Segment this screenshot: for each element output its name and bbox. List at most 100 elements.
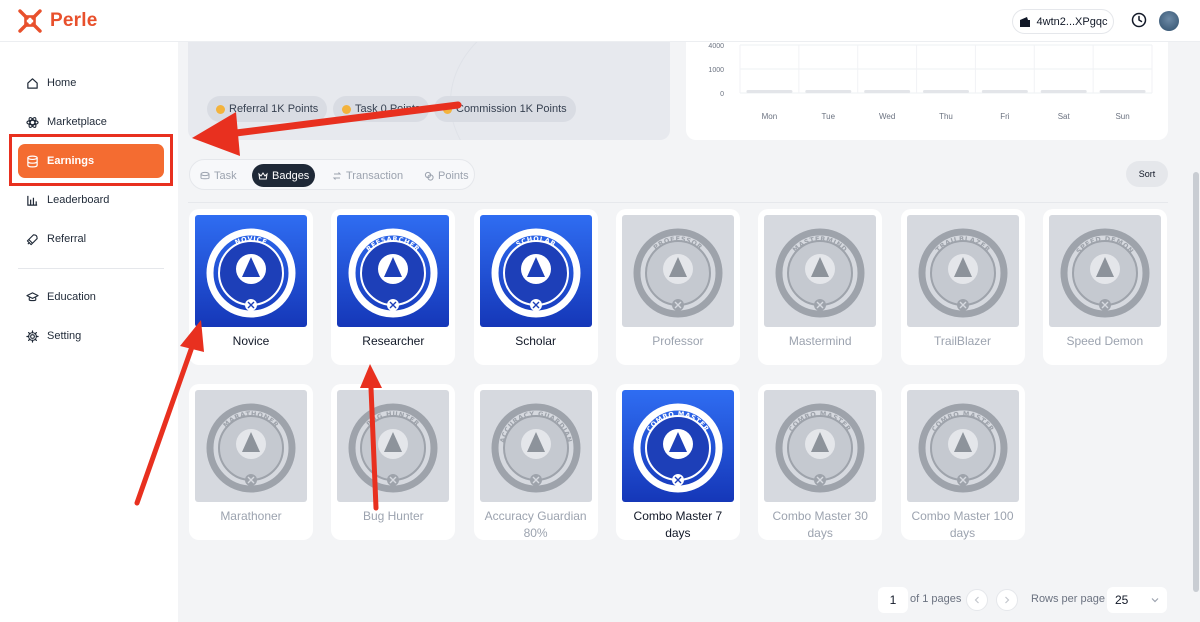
- chevron-down-icon: [1151, 598, 1159, 603]
- perle-logo-icon: [18, 9, 42, 33]
- sidebar-item-referral[interactable]: Referral: [18, 222, 164, 256]
- pill-label: Commission 1K Points: [456, 103, 567, 115]
- badge-medal-icon: NOVICE: [195, 215, 307, 327]
- badge-card[interactable]: SCHOLAR Scholar: [473, 209, 598, 365]
- sidebar-item-setting[interactable]: Setting: [18, 319, 164, 353]
- badge-card[interactable]: BUG HUNTER Bug Hunter: [331, 384, 456, 540]
- wallet-address: 4wtn2...XPgqc: [1036, 15, 1108, 28]
- sidebar-item-education[interactable]: Education: [18, 280, 164, 314]
- chart-bar[interactable]: [1040, 90, 1087, 93]
- prev-page-button[interactable]: [966, 589, 988, 611]
- sidebar-item-label: Setting: [47, 330, 82, 342]
- brand-logo[interactable]: Perle: [18, 9, 97, 33]
- sidebar-item-label: Education: [47, 291, 96, 303]
- coins-icon: [424, 171, 434, 181]
- wallet-icon: [1019, 16, 1030, 27]
- chart-bar[interactable]: [746, 90, 793, 93]
- y-tick-label: 4000: [708, 43, 724, 50]
- badge-medal-icon: BUG HUNTER: [337, 390, 450, 502]
- swap-icon: [332, 171, 342, 180]
- coin-stack-icon: [200, 171, 210, 179]
- user-avatar[interactable]: [1159, 11, 1179, 31]
- coin-icon: [342, 104, 351, 114]
- decorative-wave: [450, 42, 670, 140]
- badge-name: Bug Hunter: [362, 509, 424, 523]
- y-tick-label: 1000: [708, 67, 724, 74]
- page-number-input[interactable]: 1: [878, 587, 908, 613]
- tab-badges[interactable]: Badges: [252, 164, 316, 187]
- points-summary-panel: Referral 1K Points Task 0 Points Commiss…: [188, 42, 670, 140]
- tab-transaction[interactable]: Transaction: [326, 164, 409, 187]
- sidebar: Home Marketplace Earnings Leaderboard Re…: [0, 42, 178, 622]
- badge-image: MASTERMIND: [764, 215, 877, 327]
- badge-medal-icon: PROFESSOR: [621, 215, 734, 327]
- weekly-points-chart: 4000 1000 0 Mon Tue Wed Thu Fri Sat Sun: [686, 42, 1168, 140]
- badge-name: Combo Master 100 days: [911, 509, 1014, 540]
- sidebar-item-label: Home: [47, 77, 77, 89]
- badge-medal-icon: SPEED DEMON: [1048, 215, 1161, 327]
- crown-icon: [258, 171, 268, 179]
- badge-card[interactable]: ACCURACY GUARDIAN Accuracy Guardian 80%: [473, 384, 598, 540]
- chart-bar[interactable]: [981, 90, 1028, 93]
- badge-card[interactable]: TRAILBLAZER TrailBlazer: [900, 209, 1025, 365]
- sidebar-divider: [18, 268, 164, 269]
- coin-icon: [216, 104, 225, 114]
- badge-name: Professor: [652, 334, 704, 348]
- tab-points[interactable]: Points: [418, 164, 475, 187]
- sidebar-item-label: Marketplace: [47, 116, 107, 128]
- badge-name: Speed Demon: [1066, 334, 1144, 348]
- sort-button[interactable]: Sort: [1126, 161, 1168, 187]
- rows-per-page-label: Rows per page: [1031, 593, 1105, 605]
- badge-image: SCHOLAR: [479, 215, 592, 327]
- badge-card[interactable]: MASTERMIND Mastermind: [758, 209, 883, 365]
- chart-bar[interactable]: [805, 90, 852, 93]
- badge-image: COMBO MASTER: [906, 390, 1019, 502]
- x-tick-label: Thu: [939, 112, 953, 121]
- badge-card[interactable]: COMBO MASTER Combo Master 100 days: [900, 384, 1025, 540]
- referral-points-pill: Referral 1K Points: [207, 96, 328, 122]
- sidebar-item-home[interactable]: Home: [18, 66, 164, 100]
- badge-name: Marathoner: [220, 509, 282, 523]
- badge-medal-icon: MASTERMIND: [764, 215, 877, 327]
- brand-name: Perle: [50, 10, 98, 31]
- history-icon[interactable]: [1130, 11, 1148, 29]
- badge-medal-icon: REESARCHER: [337, 215, 450, 327]
- x-tick-label: Tue: [822, 112, 836, 121]
- badge-card[interactable]: REESARCHER Researcher: [331, 209, 456, 365]
- chart-bar[interactable]: [923, 90, 969, 93]
- chevron-left-icon: [974, 596, 979, 604]
- chart-canvas: 4000 1000 0 Mon Tue Wed Thu Fri Sat Sun: [708, 43, 1153, 121]
- chevron-right-icon: [1005, 596, 1010, 604]
- chart-bar[interactable]: [1099, 90, 1146, 93]
- badge-name: TrailBlazer: [934, 334, 991, 348]
- top-bar: Perle 4wtn2...XPgqc: [0, 0, 1200, 42]
- badge-medal-icon: COMBO MASTER: [621, 390, 734, 502]
- badge-medal-icon: TRAILBLAZER: [906, 215, 1019, 327]
- sidebar-item-leaderboard[interactable]: Leaderboard: [18, 183, 164, 217]
- scrollbar-thumb[interactable]: [1193, 172, 1199, 592]
- tab-task[interactable]: Task: [194, 164, 243, 187]
- commission-points-pill: Commission 1K Points: [434, 96, 576, 122]
- badge-card[interactable]: PROFESSOR Professor: [615, 209, 740, 365]
- badge-image: COMBO MASTER: [764, 390, 877, 502]
- wallet-button[interactable]: 4wtn2...XPgqc: [1012, 9, 1114, 34]
- rows-per-page-value: 25: [1115, 593, 1129, 607]
- badge-image: NOVICE: [195, 215, 307, 327]
- badge-card[interactable]: COMBO MASTER Combo Master 30 days: [758, 384, 883, 540]
- rocket-icon: [26, 233, 38, 245]
- x-tick-label: Wed: [879, 112, 895, 121]
- tab-label: Badges: [272, 169, 310, 182]
- badge-card[interactable]: NOVICE Novice: [189, 209, 313, 365]
- rows-per-page-select[interactable]: 25: [1107, 587, 1167, 613]
- x-tick-label: Mon: [762, 112, 778, 121]
- badge-medal-icon: MARATHONER: [195, 390, 307, 502]
- badge-card[interactable]: MARATHONER Marathoner: [189, 384, 313, 540]
- badge-name: Scholar: [515, 334, 556, 348]
- sidebar-item-label: Leaderboard: [47, 194, 110, 206]
- badge-card[interactable]: SPEED DEMON Speed Demon: [1042, 209, 1167, 365]
- chart-bar[interactable]: [864, 90, 911, 93]
- badge-name: Mastermind: [788, 334, 852, 348]
- gear-icon: [26, 329, 39, 343]
- badge-card[interactable]: COMBO MASTER Combo Master 7 days: [615, 384, 740, 540]
- next-page-button[interactable]: [996, 589, 1018, 611]
